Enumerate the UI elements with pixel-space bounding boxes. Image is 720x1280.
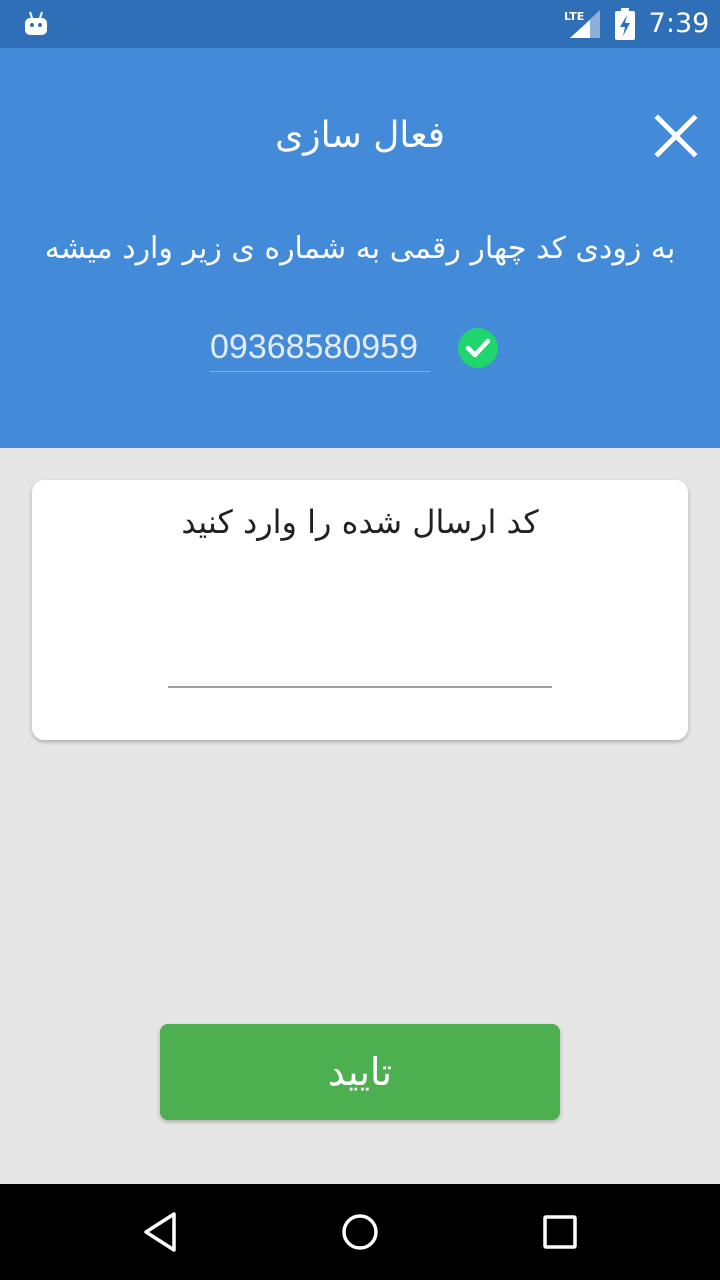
recents-icon[interactable] xyxy=(536,1208,584,1256)
navigation-bar xyxy=(0,1184,720,1280)
verification-code-input[interactable] xyxy=(168,630,552,688)
confirm-button[interactable]: تایید xyxy=(160,1024,560,1120)
check-circle-icon xyxy=(458,328,498,368)
activation-message: به زودی کد چهار رقمی به شماره ی زیر وارد… xyxy=(44,231,676,266)
phone-number: 09368580959 xyxy=(210,324,430,372)
status-bar: LTE 7:39 xyxy=(0,0,720,48)
code-prompt-label: کد ارسال شده را وارد کنید xyxy=(181,503,539,541)
home-icon[interactable] xyxy=(336,1208,384,1256)
code-card: کد ارسال شده را وارد کنید xyxy=(32,480,688,740)
page-title: فعال سازی xyxy=(275,115,445,156)
status-time: 7:39 xyxy=(648,8,710,39)
battery-charging-icon xyxy=(615,8,635,40)
activation-header: فعال سازی به زودی کد چهار رقمی به شماره … xyxy=(0,48,720,448)
close-icon[interactable] xyxy=(652,112,700,160)
back-icon[interactable] xyxy=(138,1208,186,1256)
network-label: LTE xyxy=(564,10,584,23)
lte-signal-icon: LTE xyxy=(564,10,600,38)
android-icon xyxy=(25,11,47,35)
